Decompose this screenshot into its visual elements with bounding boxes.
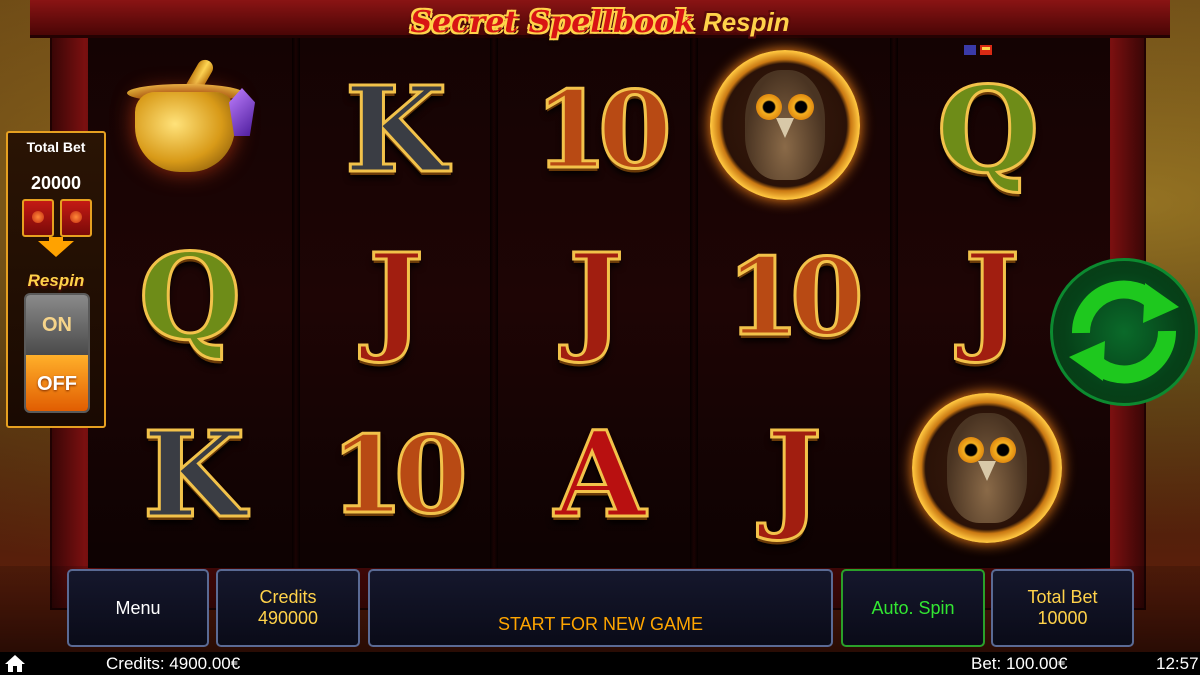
reel-symbol-ten: 10 [324, 400, 469, 550]
menu-button[interactable]: Menu [67, 569, 209, 647]
symbol-letter: J [765, 405, 824, 544]
game-title-main: Secret Spellbook [410, 4, 695, 40]
status-time: 12:57 [1156, 654, 1199, 673]
refresh-arrows-icon [1069, 280, 1179, 384]
reel-symbol-j: J [724, 400, 864, 550]
cauldron-icon [135, 92, 235, 172]
symbol-letter: Q [137, 227, 243, 366]
reel-symbol-ten: 10 [720, 222, 865, 372]
credits-display: Credits 490000 [216, 569, 360, 647]
respin-total-bet-label: Total Bet [26, 139, 86, 155]
start-message: START FOR NEW GAME [497, 614, 703, 634]
respin-on-option[interactable]: ON [26, 295, 88, 355]
status-bet: Bet: 100.00€ [971, 654, 1068, 673]
symbol-letter: 10 [533, 67, 673, 192]
auto-spin-label: Auto. Spin [871, 597, 955, 618]
symbol-letter: J [367, 227, 426, 366]
spellbook-icon [60, 199, 92, 237]
total-bet-label: Total Bet [1027, 587, 1098, 607]
reel-symbol-j: J [526, 222, 666, 372]
symbol-letter: 10 [725, 234, 865, 359]
spin-button[interactable] [1050, 258, 1198, 406]
credits-label: Credits [259, 587, 317, 607]
reel-symbol-k: K [124, 400, 264, 550]
owl-icon [710, 50, 860, 200]
reel-symbol-k: K [326, 55, 466, 205]
symbol-letter: A [553, 405, 648, 544]
respin-toggle[interactable]: ON OFF [24, 293, 90, 413]
respin-off-option[interactable]: OFF [26, 355, 88, 411]
respin-panel: Total Bet 20000 Respin ON OFF [6, 131, 106, 428]
symbol-letter: J [963, 227, 1022, 366]
reel-symbol-j: J [922, 222, 1062, 372]
reel-divider [292, 38, 300, 568]
reel-divider [690, 38, 698, 568]
home-icon[interactable] [4, 654, 26, 673]
reel-divider [490, 38, 498, 568]
status-bar: Credits: 4900.00€ Bet: 100.00€ 12:57 [0, 652, 1200, 675]
symbol-letter: Q [935, 60, 1041, 199]
reel-symbol-q: Q [120, 222, 260, 372]
owl-icon [912, 393, 1062, 543]
game-title: Secret Spellbook Respin [0, 0, 1200, 44]
game-title-sub: Respin [702, 6, 790, 37]
status-credits: Credits: 4900.00€ [106, 654, 241, 673]
symbol-letter: K [141, 405, 247, 544]
message-display: START FOR NEW GAME [368, 569, 833, 647]
total-bet-button[interactable]: Total Bet 10000 [991, 569, 1134, 647]
symbol-letter: K [343, 60, 449, 199]
reel-symbol-cauldron [115, 52, 255, 202]
symbol-letter: 10 [329, 412, 469, 537]
total-bet-value: 10000 [1037, 608, 1088, 628]
arrow-down-icon [38, 241, 74, 257]
reel-symbol-a: A [530, 400, 670, 550]
auto-spin-button[interactable]: Auto. Spin [841, 569, 985, 647]
spellbook-icon [22, 199, 54, 237]
respin-total-bet-value: 20000 [30, 173, 82, 193]
reel-symbol-owl [710, 45, 860, 205]
menu-label: Menu [115, 597, 161, 618]
credits-value: 490000 [257, 608, 319, 628]
reel-symbol-ten: 10 [528, 55, 673, 205]
symbol-letter: J [567, 227, 626, 366]
reel-symbol-owl [912, 388, 1062, 548]
respin-label: Respin [27, 271, 85, 290]
reel-symbol-q: Q [918, 55, 1058, 205]
reel-symbol-j: J [326, 222, 466, 372]
reel-divider [890, 38, 898, 568]
